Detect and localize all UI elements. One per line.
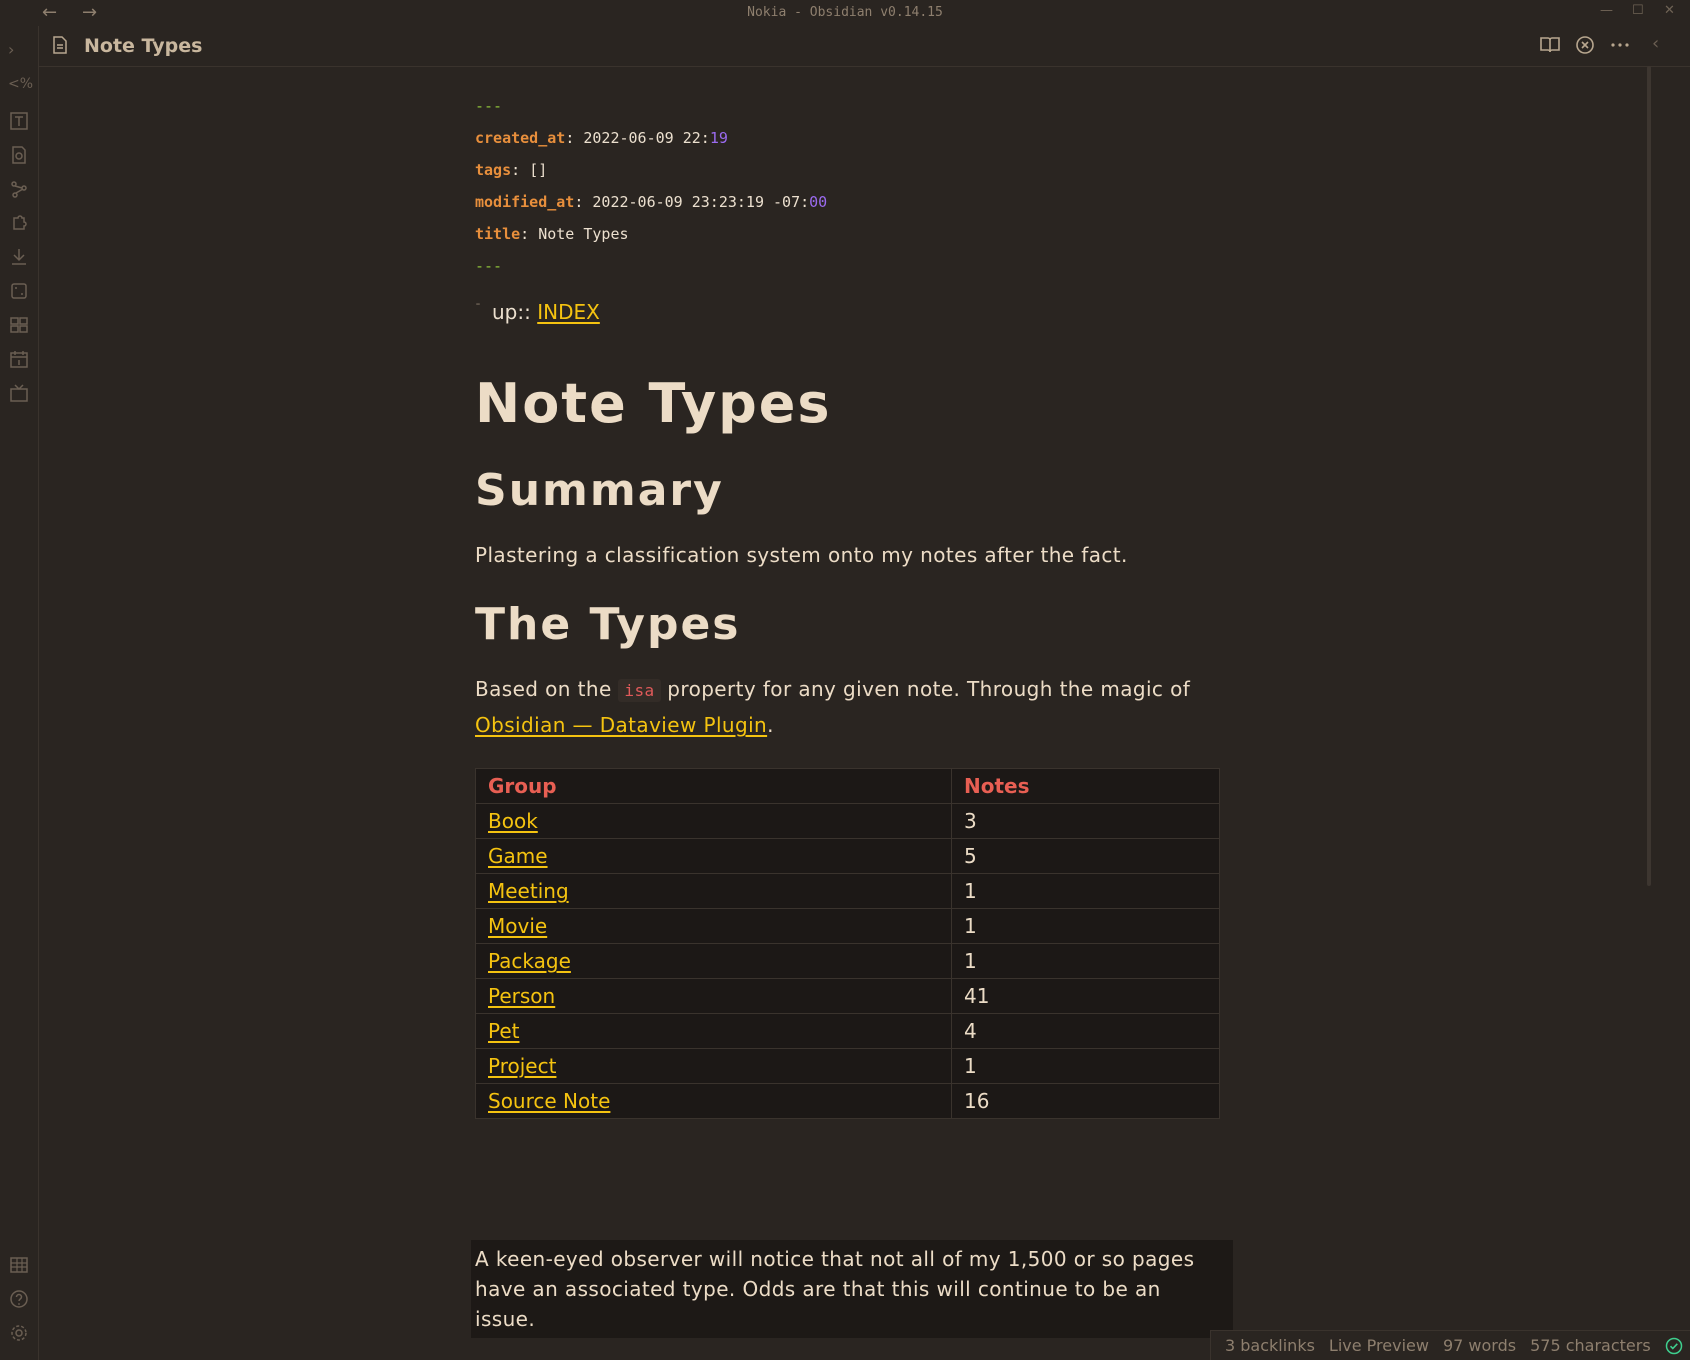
table-row: Project 1	[475, 1048, 1220, 1084]
notes-count: 5	[951, 838, 1220, 874]
summary-heading: Summary	[475, 465, 724, 516]
isa-code: isa	[618, 679, 661, 702]
notes-count: 41	[951, 978, 1220, 1014]
frontmatter-modified-at: modified_at: 2022-06-09 23:23:19 -07:00	[475, 193, 828, 211]
up-label: up::	[492, 300, 531, 324]
calendar-icon[interactable]	[8, 348, 30, 370]
header-group[interactable]: Group	[475, 768, 952, 804]
window-title: Nokia - Obsidian v0.14.15	[747, 5, 943, 20]
help-icon[interactable]	[8, 1288, 30, 1310]
group-link[interactable]: Package	[488, 949, 571, 973]
group-link[interactable]: Person	[488, 984, 555, 1008]
up-property: ¯ up:: INDEX	[475, 300, 1225, 324]
kanban-icon[interactable]	[8, 382, 30, 404]
footnote-paragraph: A keen-eyed observer will notice that no…	[471, 1240, 1233, 1338]
table-row: Source Note 16	[475, 1083, 1220, 1119]
graph-icon[interactable]	[8, 178, 30, 200]
group-link[interactable]: Pet	[488, 1019, 520, 1043]
minimize-icon[interactable]: —	[1600, 3, 1613, 18]
view-header: Note Types ‹	[38, 26, 1690, 67]
table-row: Pet 4	[475, 1013, 1220, 1049]
character-count: 575 characters	[1530, 1336, 1651, 1355]
group-link[interactable]: Meeting	[488, 879, 569, 903]
title-bar: ← → Nokia - Obsidian v0.14.15 — ☐ ✕	[0, 0, 1690, 26]
backlinks-count[interactable]: 3 backlinks	[1225, 1336, 1315, 1355]
table-row: Game 5	[475, 838, 1220, 874]
page-heading: Note Types	[475, 372, 832, 435]
left-ribbon: › <%	[0, 26, 39, 1360]
list-bullet-icon: ¯	[475, 302, 481, 316]
editor-mode[interactable]: Live Preview	[1329, 1336, 1429, 1355]
notes-count: 1	[951, 1048, 1220, 1084]
index-link[interactable]: INDEX	[537, 300, 600, 324]
settings-gear-icon[interactable]	[8, 1322, 30, 1344]
dataview-plugin-link[interactable]: Obsidian — Dataview Plugin	[475, 713, 767, 737]
table-row: Book 3	[475, 803, 1220, 839]
frontmatter-delimiter-end: ---	[475, 257, 503, 275]
sync-check-icon[interactable]	[1665, 1337, 1683, 1355]
table-row: Package 1	[475, 943, 1220, 979]
group-link[interactable]: Movie	[488, 914, 547, 938]
frontmatter-created-at: created_at: 2022-06-09 22:19	[475, 129, 728, 147]
status-bar: 3 backlinks Live Preview 97 words 575 ch…	[1210, 1330, 1690, 1360]
frontmatter[interactable]: --- created_at: 2022-06-09 22:19 tags: […	[475, 90, 1225, 282]
table-row: Movie 1	[475, 908, 1220, 944]
types-heading: The Types	[475, 599, 741, 650]
note-title[interactable]: Note Types	[84, 35, 202, 57]
reading-view-icon[interactable]	[1538, 33, 1562, 57]
search-file-icon[interactable]	[8, 144, 30, 166]
group-link[interactable]: Source Note	[488, 1089, 610, 1113]
download-icon[interactable]	[8, 246, 30, 268]
notes-count: 1	[951, 943, 1220, 979]
collapse-right-sidebar-icon[interactable]: ‹	[1652, 33, 1676, 57]
table-header-row: Group Notes	[475, 768, 1220, 804]
text-icon[interactable]	[8, 110, 30, 132]
notes-count: 1	[951, 908, 1220, 944]
close-tab-icon[interactable]	[1573, 33, 1597, 57]
group-link[interactable]: Book	[488, 809, 538, 833]
more-options-icon[interactable]	[1608, 33, 1632, 57]
dice-icon[interactable]	[8, 280, 30, 302]
header-notes[interactable]: Notes	[951, 768, 1220, 804]
summary-text: Plastering a classification system onto …	[475, 543, 1128, 567]
word-count: 97 words	[1442, 1336, 1517, 1355]
frontmatter-title: title: Note Types	[475, 225, 629, 243]
table-row: Meeting 1	[475, 873, 1220, 909]
frontmatter-tags: tags: []	[475, 161, 548, 179]
notes-count: 1	[951, 873, 1220, 909]
expand-sidebar-icon[interactable]: ›	[8, 40, 30, 62]
editor-content[interactable]: --- created_at: 2022-06-09 22:19 tags: […	[471, 90, 1233, 1338]
notes-count: 4	[951, 1013, 1220, 1049]
notes-count: 16	[951, 1083, 1220, 1119]
group-link[interactable]: Game	[488, 844, 548, 868]
notes-count: 3	[951, 803, 1220, 839]
types-table: Group Notes Book 3 Game 5 Meeting 1 Movie 1 …	[475, 768, 1220, 1119]
types-intro: Based on the isa property for any given …	[475, 677, 1191, 737]
frontmatter-delimiter: ---	[475, 97, 503, 115]
table-row: Person 41	[475, 978, 1220, 1014]
file-icon	[50, 35, 70, 55]
group-link[interactable]: Project	[488, 1054, 556, 1078]
table-icon[interactable]	[8, 1254, 30, 1276]
scrollbar[interactable]	[1647, 66, 1651, 886]
maximize-icon[interactable]: ☐	[1632, 3, 1644, 18]
plugin-icon[interactable]	[8, 212, 30, 234]
layout-icon[interactable]	[8, 314, 30, 336]
templater-icon[interactable]: <%	[8, 76, 33, 98]
close-window-icon[interactable]: ✕	[1664, 3, 1675, 18]
